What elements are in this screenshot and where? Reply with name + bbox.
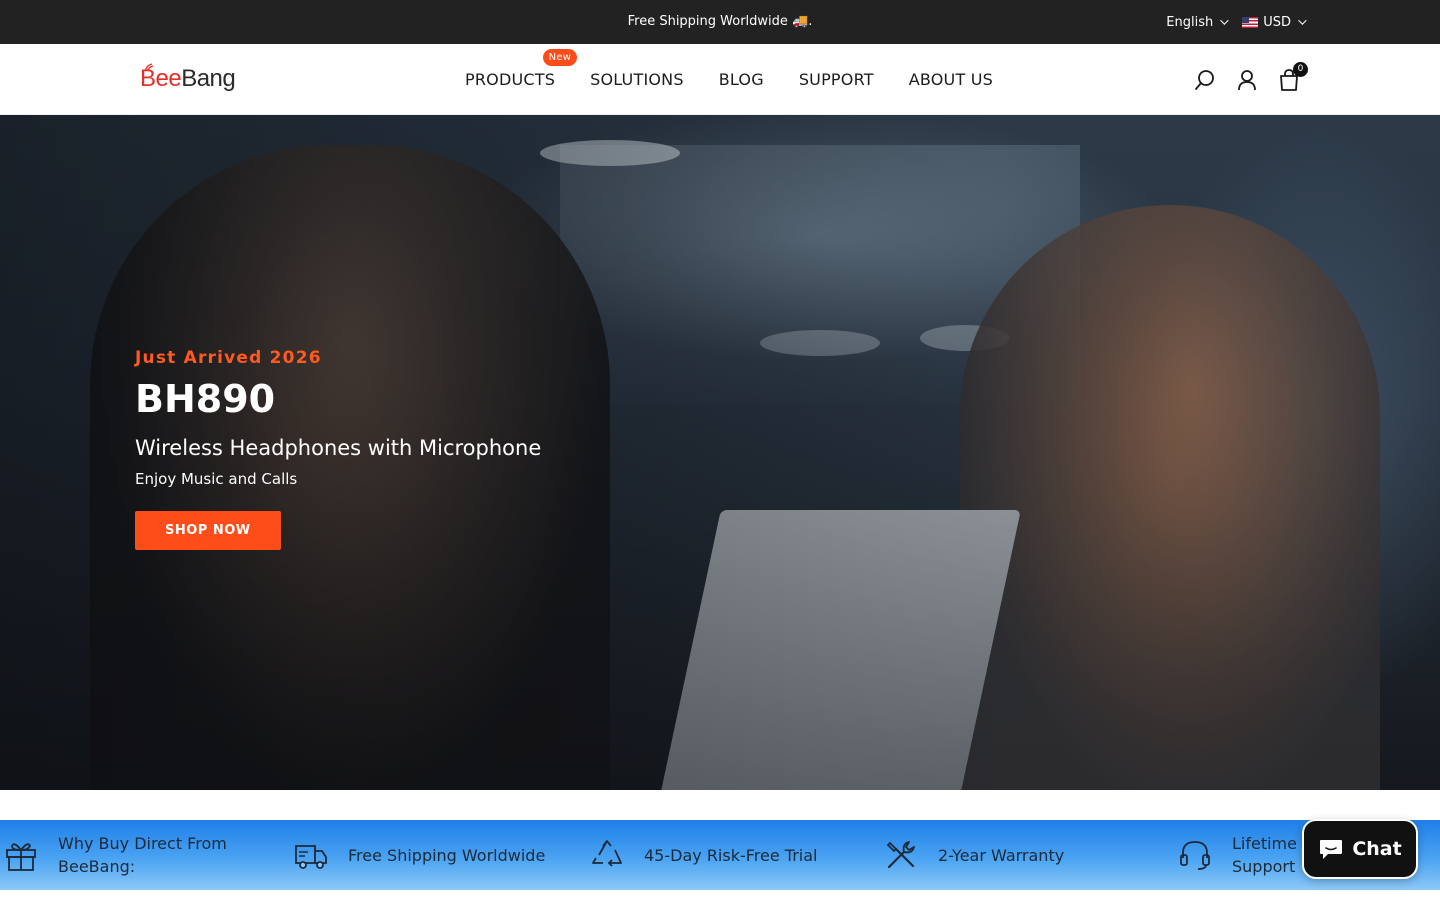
language-label: English	[1166, 14, 1214, 30]
trust-label: 45-Day Risk-Free Trial	[644, 845, 818, 865]
trust-strip: Why Buy Direct From BeeBang: Free Shippi…	[0, 820, 1440, 890]
logo-antenna-icon	[144, 63, 154, 72]
hero-title: BH890	[135, 377, 276, 421]
tools-icon	[886, 841, 915, 869]
chevron-down-icon	[1220, 16, 1229, 25]
gift-icon	[6, 843, 36, 871]
nav-products-label: PRODUCTS	[465, 70, 556, 89]
cart-button[interactable]: 0	[1278, 61, 1308, 91]
user-icon	[1238, 69, 1256, 90]
hero-tagline: Enjoy Music and Calls	[135, 470, 298, 488]
header-actions: 0	[1194, 44, 1308, 115]
currency-selector[interactable]: USD	[1242, 14, 1307, 30]
new-badge: New	[542, 49, 578, 66]
brand-logo[interactable]: Bee Bang	[140, 62, 236, 96]
site-header: Bee Bang PRODUCTS New SOLUTIONS BLOG SUPP…	[0, 44, 1440, 115]
currency-label: USD	[1263, 14, 1291, 30]
trust-label-line: Why Buy Direct From	[58, 834, 227, 853]
shop-now-button[interactable]: SHOP NOW	[135, 511, 281, 550]
hero-subtitle: Wireless Headphones with Microphone	[135, 436, 542, 460]
hero-content: Just Arrived 2026 BH890 Wireless Headpho…	[135, 345, 735, 550]
nav-item-about-us[interactable]: ABOUT US	[909, 70, 993, 89]
trust-item-free-shipping: Free Shipping Worldwide	[294, 820, 545, 890]
account-button[interactable]	[1236, 69, 1258, 91]
trust-item-warranty: 2-Year Warranty	[884, 820, 1064, 890]
headset-icon	[1180, 841, 1210, 870]
chat-label: Chat	[1352, 838, 1402, 860]
nav-item-solutions[interactable]: SOLUTIONS	[590, 70, 684, 89]
recycle-icon	[592, 840, 622, 867]
search-button[interactable]	[1194, 69, 1216, 91]
language-selector[interactable]: English	[1166, 14, 1229, 30]
cart-count-badge: 0	[1293, 61, 1308, 77]
logo-text-bang: Bang	[181, 65, 236, 92]
nav-item-support[interactable]: SUPPORT	[799, 70, 874, 89]
main-nav: PRODUCTS New SOLUTIONS BLOG SUPPORT ABOU…	[465, 44, 993, 115]
locale-switcher: English USD	[1166, 0, 1307, 44]
trust-label: 2-Year Warranty	[938, 845, 1065, 865]
announcement-bar: Free Shipping Worldwide 🚚. English USD	[0, 0, 1440, 44]
nav-item-blog[interactable]: BLOG	[719, 70, 764, 89]
trust-item-why-buy-direct: Why Buy Direct From BeeBang:	[4, 820, 227, 890]
trust-item-risk-free-trial: 45-Day Risk-Free Trial	[590, 820, 817, 890]
us-flag-icon	[1242, 16, 1259, 28]
hero-banner: Just Arrived 2026 BH890 Wireless Headpho…	[0, 115, 1440, 790]
truck-icon	[295, 845, 327, 869]
search-icon	[1195, 69, 1214, 90]
nav-item-products[interactable]: PRODUCTS New	[465, 49, 578, 89]
chat-widget-button[interactable]: Chat	[1302, 819, 1418, 879]
trust-label: Why Buy Direct From BeeBang:	[58, 832, 227, 878]
hero-eyebrow: Just Arrived 2026	[135, 348, 322, 368]
chat-bubble-icon	[1320, 840, 1343, 859]
trust-label-line: BeeBang:	[58, 857, 136, 876]
trust-label: Free Shipping Worldwide	[348, 845, 546, 865]
